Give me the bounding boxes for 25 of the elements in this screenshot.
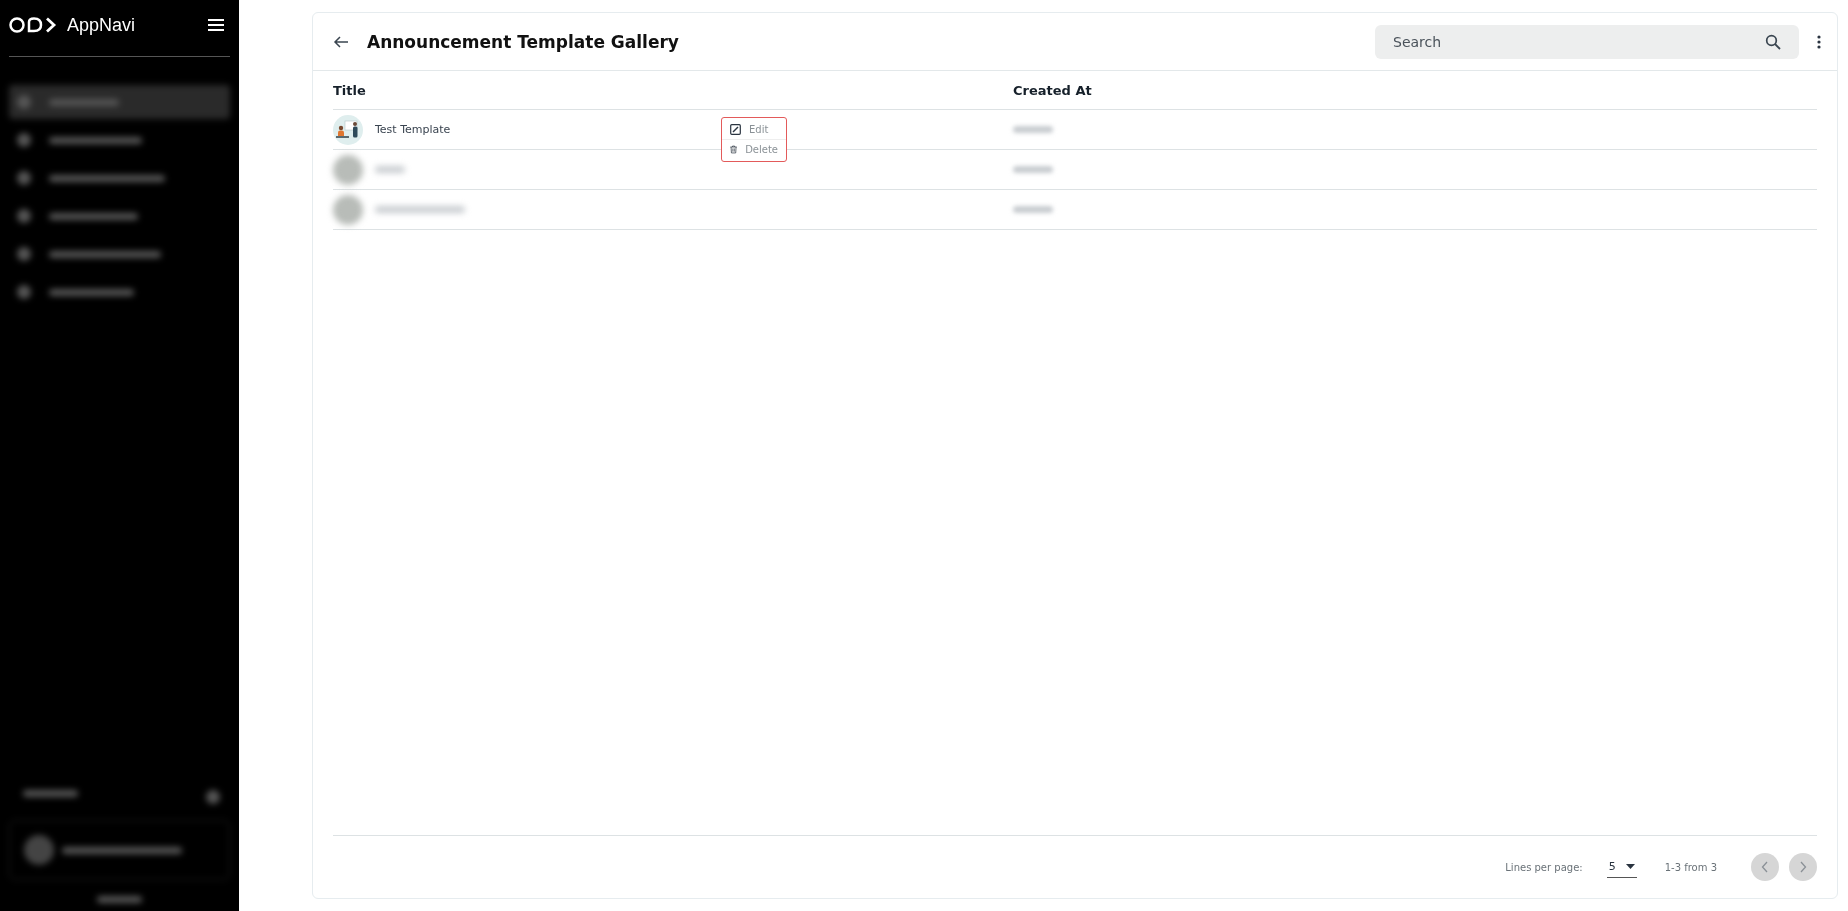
- page-title: Announcement Template Gallery: [367, 31, 680, 52]
- presentation-thumbnail-icon: [333, 114, 363, 145]
- trash-icon: [730, 144, 738, 155]
- logo-icon: [9, 15, 57, 35]
- blurred-row-content: [333, 154, 405, 185]
- column-header: Title: [333, 82, 367, 98]
- blurred-date: [1013, 126, 1053, 133]
- more-options-icon[interactable]: [1817, 34, 1821, 49]
- blurred-menu-item[interactable]: [9, 85, 230, 119]
- brand-name: AppNavi: [67, 14, 137, 36]
- menu-icon[interactable]: [208, 19, 224, 31]
- blurred-date: [1013, 166, 1053, 173]
- column-header: Created At: [1013, 82, 1093, 98]
- lines-per-page-select[interactable]: 5: [1606, 856, 1637, 878]
- chevron-right-icon: [1799, 861, 1807, 873]
- edit-icon: [730, 124, 741, 135]
- search-icon[interactable]: [1765, 33, 1781, 50]
- chevron-left-icon: [1761, 861, 1769, 873]
- back-arrow-icon[interactable]: [333, 33, 349, 50]
- search-field[interactable]: Search: [1375, 24, 1799, 59]
- dropdown-caret-icon: [1625, 864, 1635, 869]
- lines-per-page-label: Lines per page:: [1505, 861, 1583, 873]
- template-title[interactable]: Test Template: [375, 123, 451, 136]
- blurred-date: [1013, 206, 1053, 213]
- page-range: 1-3 from 3: [1664, 861, 1717, 873]
